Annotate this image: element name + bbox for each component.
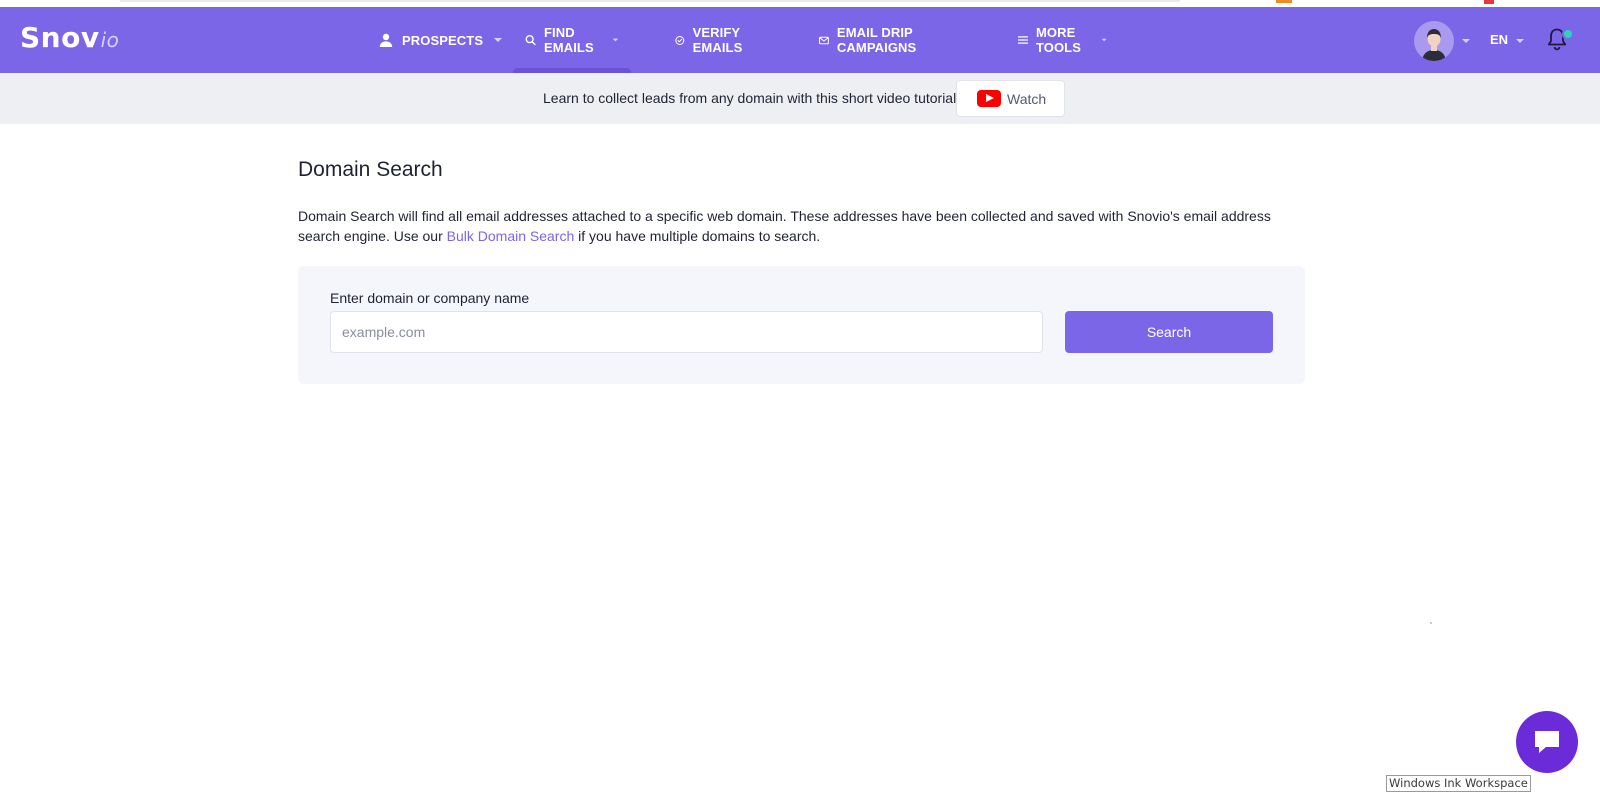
chevron-down-icon xyxy=(494,38,503,42)
nav-prospects[interactable]: PROSPECTS xyxy=(378,7,503,73)
logo-suffix: io xyxy=(100,28,120,52)
top-divider xyxy=(120,0,1180,2)
user-avatar[interactable] xyxy=(1414,21,1454,61)
nav-email-drip-campaigns[interactable]: EMAIL DRIP CAMPAIGNS xyxy=(819,7,924,73)
windows-ink-workspace-label[interactable]: Windows Ink Workspace xyxy=(1386,775,1531,792)
domain-search-input[interactable] xyxy=(330,311,1043,353)
description-text-after: if you have multiple domains to search. xyxy=(574,228,821,244)
watch-video-button[interactable]: Watch xyxy=(956,80,1065,117)
nav-prospects-label: PROSPECTS xyxy=(402,32,484,48)
chat-button[interactable] xyxy=(1516,711,1578,773)
search-icon xyxy=(525,35,536,46)
person-icon xyxy=(379,33,393,47)
page-title: Domain Search xyxy=(298,158,443,181)
check-circle-icon xyxy=(675,35,685,45)
nav-more-tools-label: MORE TOOLS xyxy=(1035,25,1081,55)
nav-more-tools[interactable]: MORE TOOLS xyxy=(1018,7,1107,73)
chat-bubble-icon xyxy=(1535,731,1559,753)
nav-verify-emails-label: VERIFY EMAILS xyxy=(692,25,743,55)
youtube-icon xyxy=(977,90,1001,107)
menu-icon xyxy=(1018,36,1028,44)
extension-icon-orange xyxy=(1276,0,1292,3)
chevron-down-icon xyxy=(1101,38,1107,42)
top-navbar: Snovio PROSPECTS FIND EMAILS VERIFY EMAI… xyxy=(0,7,1600,73)
tutorial-text: Learn to collect leads from any domain w… xyxy=(543,90,957,106)
bulk-domain-search-link[interactable]: Bulk Domain Search xyxy=(447,228,575,244)
nav-find-emails[interactable]: FIND EMAILS xyxy=(513,7,631,73)
tutorial-banner: Learn to collect leads from any domain w… xyxy=(0,73,1600,124)
page-description: Domain Search will find all email addres… xyxy=(298,206,1298,246)
browser-top-strip xyxy=(0,0,1600,7)
notification-badge xyxy=(1562,28,1574,40)
chevron-down-icon[interactable] xyxy=(1515,38,1525,44)
chevron-down-icon xyxy=(612,38,619,42)
domain-search-panel: Enter domain or company name Search xyxy=(298,266,1305,384)
nav-find-emails-label: FIND EMAILS xyxy=(544,25,594,55)
user-avatar-icon xyxy=(1422,29,1446,61)
nav-verify-emails[interactable]: VERIFY EMAILS xyxy=(675,7,750,73)
search-button[interactable]: Search xyxy=(1065,311,1273,353)
envelope-icon xyxy=(819,36,829,44)
snovio-logo[interactable]: Snovio xyxy=(20,21,119,54)
nav-email-drip-campaigns-label: EMAIL DRIP CAMPAIGNS xyxy=(836,25,917,55)
watch-label: Watch xyxy=(1007,90,1047,107)
extension-icon-red xyxy=(1484,0,1494,4)
chevron-down-icon[interactable] xyxy=(1461,38,1471,44)
logo-main: Snov xyxy=(20,21,100,54)
domain-input-label: Enter domain or company name xyxy=(330,290,530,306)
stray-pixel xyxy=(1430,622,1432,624)
language-selector[interactable]: EN xyxy=(1490,32,1508,47)
